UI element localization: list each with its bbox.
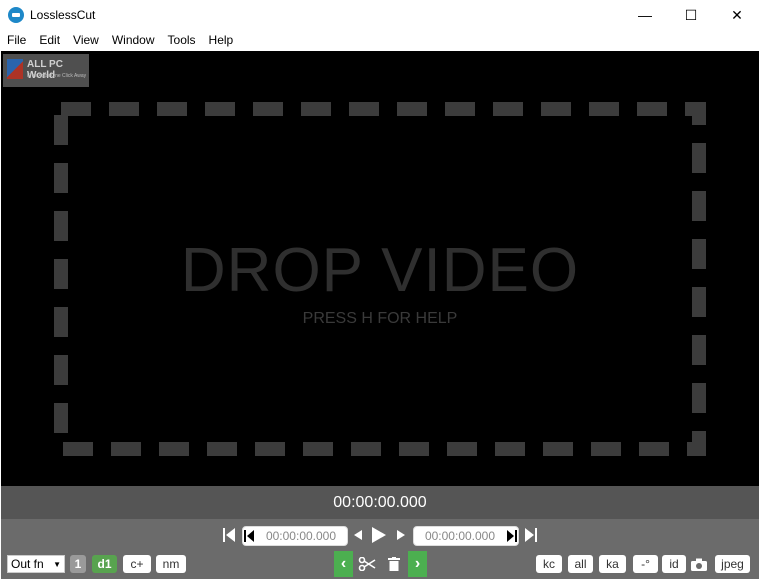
controls-panel: 00:00:00.000 00:00:00.000 Out fn ▼ 1 d1 …: [1, 519, 759, 579]
set-cut-end-icon[interactable]: [506, 529, 518, 543]
play-icon[interactable]: [370, 525, 388, 545]
all-button[interactable]: all: [568, 555, 593, 573]
output-format-select[interactable]: Out fn ▼: [7, 555, 65, 573]
title-bar: LosslessCut — ☐ ✕: [0, 0, 760, 30]
maximize-button[interactable]: ☐: [668, 0, 714, 30]
jump-to-end-icon[interactable]: [524, 526, 538, 544]
menu-help[interactable]: Help: [202, 30, 240, 51]
menu-file[interactable]: File: [0, 30, 32, 51]
jump-to-start-icon[interactable]: [222, 526, 236, 544]
trash-icon[interactable]: [385, 555, 403, 573]
watermark-logo-icon: [7, 59, 23, 79]
chevron-left-icon[interactable]: ‹: [334, 551, 353, 577]
nm-button[interactable]: nm: [156, 555, 186, 573]
camera-icon[interactable]: [690, 555, 708, 573]
cut-start-time-input[interactable]: 00:00:00.000: [242, 526, 348, 546]
window-title: LosslessCut: [30, 8, 96, 22]
set-cut-start-icon[interactable]: [243, 529, 255, 543]
current-time-bar[interactable]: 00:00:00.000: [1, 486, 759, 519]
previous-frame-icon[interactable]: [352, 527, 364, 543]
menu-edit[interactable]: Edit: [32, 30, 66, 51]
minimize-button[interactable]: —: [622, 0, 668, 30]
segment-number-badge[interactable]: 1: [70, 555, 86, 573]
app-icon: [8, 7, 24, 23]
close-button[interactable]: ✕: [714, 0, 760, 30]
cut-start-time: 00:00:00.000: [265, 529, 337, 543]
next-frame-icon[interactable]: [395, 527, 407, 543]
ka-button[interactable]: ka: [599, 555, 626, 573]
scissors-icon[interactable]: [357, 555, 377, 573]
drop-video-title: DROP VIDEO: [180, 236, 580, 305]
cut-end-time-input[interactable]: 00:00:00.000: [413, 526, 519, 546]
rotation-button[interactable]: -°: [633, 555, 658, 573]
output-format-value: Out fn: [11, 557, 44, 571]
cplus-button[interactable]: c+: [123, 555, 151, 573]
capture-format-button[interactable]: jpeg: [715, 555, 750, 573]
chevron-down-icon: ▼: [53, 559, 61, 569]
d1-button[interactable]: d1: [92, 555, 117, 573]
kc-button[interactable]: kc: [536, 555, 562, 573]
video-drop-zone[interactable]: ALL PC World Free Apps One Click Away DR…: [1, 51, 759, 486]
menu-view[interactable]: View: [66, 30, 105, 51]
watermark-subtitle: Free Apps One Click Away: [27, 73, 87, 79]
menu-bar: File Edit View Window Tools Help: [0, 30, 760, 51]
help-hint: PRESS H FOR HELP: [302, 310, 458, 327]
current-time: 00:00:00.000: [333, 493, 427, 511]
cut-end-time: 00:00:00.000: [424, 529, 496, 543]
watermark: ALL PC World Free Apps One Click Away: [3, 54, 89, 87]
menu-window[interactable]: Window: [105, 30, 161, 51]
id-button[interactable]: id: [662, 555, 686, 573]
menu-tools[interactable]: Tools: [161, 30, 202, 51]
chevron-right-icon[interactable]: ›: [408, 551, 427, 577]
